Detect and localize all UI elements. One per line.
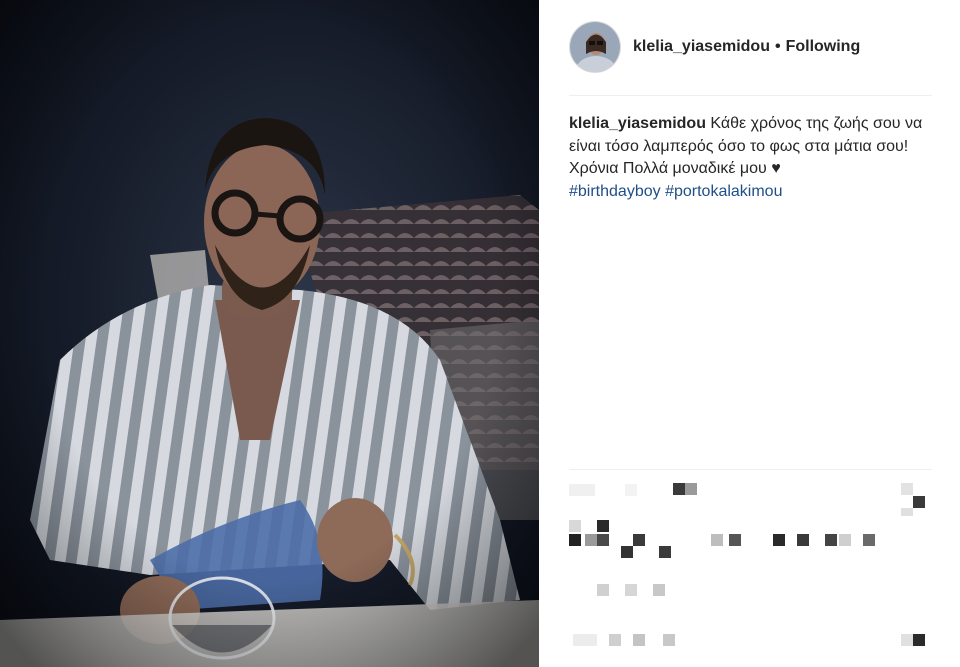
pixel-block xyxy=(797,534,809,546)
pixel-block xyxy=(659,546,671,558)
pixel-block xyxy=(569,520,581,532)
follow-status-button[interactable]: Following xyxy=(786,38,861,55)
pixel-block xyxy=(621,546,633,558)
post-sidebar: klelia_yiasemidou • Following klelia_yiase… xyxy=(539,0,960,667)
pixel-block xyxy=(729,534,741,546)
pixel-block xyxy=(901,634,913,646)
hashtag-portokalakimou[interactable]: #portokalakimou xyxy=(665,183,782,200)
pixel-block xyxy=(711,534,723,546)
avatar[interactable] xyxy=(569,21,621,73)
pixel-block xyxy=(663,634,675,646)
pixelated-comments xyxy=(569,478,939,667)
pixel-block xyxy=(625,484,637,496)
post-header: klelia_yiasemidou • Following xyxy=(569,20,860,74)
pixel-block xyxy=(913,496,925,508)
pixel-block xyxy=(673,483,685,495)
pixel-block xyxy=(773,534,785,546)
header-text: klelia_yiasemidou • Following xyxy=(633,38,860,56)
header-divider xyxy=(569,95,932,96)
pixel-block xyxy=(839,534,851,546)
avatar-image xyxy=(570,22,620,72)
pixel-block xyxy=(901,483,913,495)
comments-divider xyxy=(569,469,932,470)
pixel-block xyxy=(825,534,837,546)
pixel-block xyxy=(585,534,597,546)
heart-icon: ♥ xyxy=(771,160,781,177)
pixel-block xyxy=(685,483,697,495)
pixel-block xyxy=(597,534,609,546)
pixel-block xyxy=(597,584,609,596)
caption: klelia_yiasemidou Κάθε χρόνος της ζωής σ… xyxy=(569,113,939,203)
pixel-block xyxy=(633,634,645,646)
pixel-block xyxy=(863,534,875,546)
pixel-block xyxy=(901,508,913,516)
pixel-block xyxy=(573,634,597,646)
pixel-block xyxy=(625,584,637,596)
pixel-block xyxy=(597,520,609,532)
pixel-block xyxy=(609,634,621,646)
pixel-block xyxy=(653,584,665,596)
header-username[interactable]: klelia_yiasemidou xyxy=(633,38,770,55)
hashtag-birthdayboy[interactable]: #birthdayboy xyxy=(569,183,661,200)
pixel-block xyxy=(633,534,645,546)
pixel-block xyxy=(569,484,595,496)
pixel-block xyxy=(913,634,925,646)
photo-illustration xyxy=(0,0,539,667)
post-photo xyxy=(0,0,539,667)
caption-username[interactable]: klelia_yiasemidou xyxy=(569,115,706,132)
pixel-block xyxy=(569,534,581,546)
header-separator: • xyxy=(774,38,781,55)
instagram-post: klelia_yiasemidou • Following klelia_yiase… xyxy=(0,0,960,667)
